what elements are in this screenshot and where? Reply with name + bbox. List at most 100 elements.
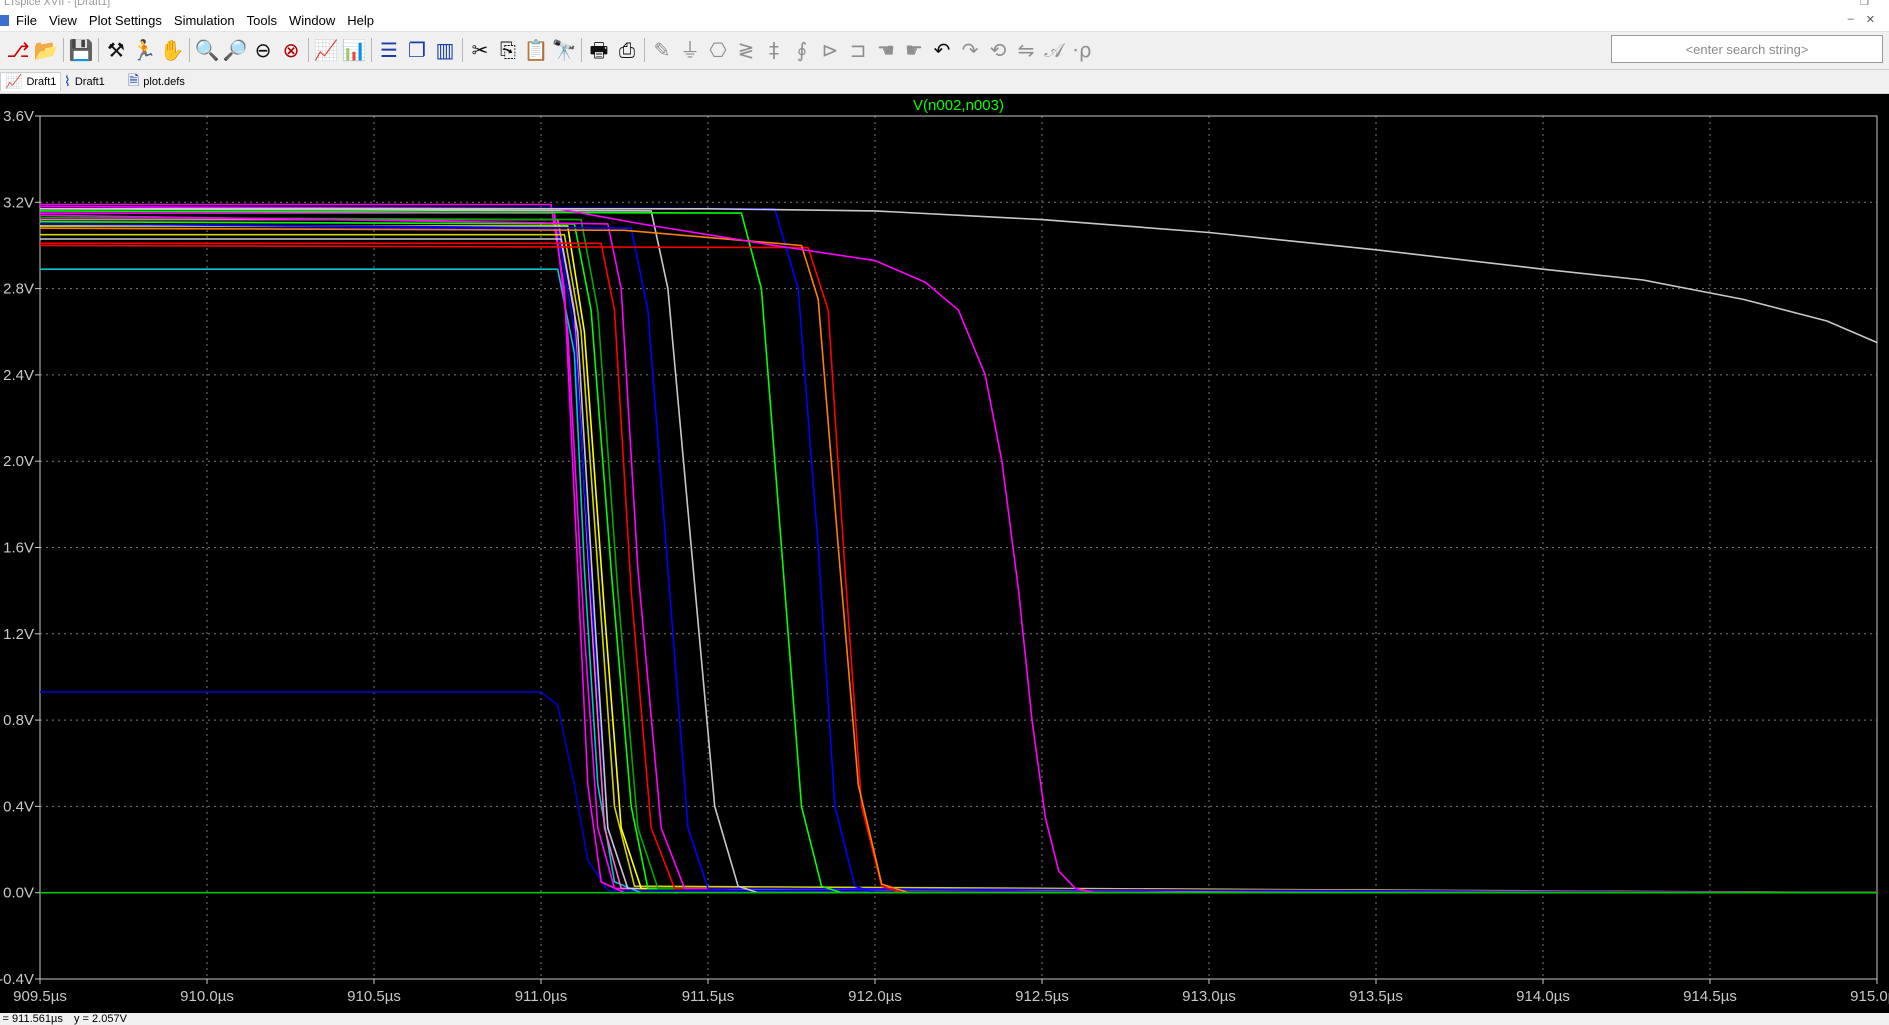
toolbar-separator bbox=[98, 38, 99, 62]
inductor-icon[interactable]: ∮ bbox=[788, 36, 816, 64]
mdi-close-icon[interactable]: ✕ bbox=[1866, 13, 1875, 26]
toolbar-buttons: ⎇ 📂 💾 ⚒ 🏃 ✋ 🔍 🔎 ⊖ ⊗ 📈 📊 ☰ ❐ ▥ ✂ ⎘ 📋 🔭 🖶 … bbox=[4, 36, 1096, 64]
waveform-tab-icon: 📈 bbox=[5, 74, 23, 90]
document-tabs: 📈 Draft1 ⌇ Draft1 🗎 plot.defs bbox=[0, 70, 1889, 94]
tab-label: Draft1 bbox=[74, 75, 105, 88]
cascade-icon[interactable]: ❐ bbox=[403, 36, 431, 64]
y-tick-label: 1.6V bbox=[3, 540, 34, 557]
x-tick-label: 913.0µs bbox=[1182, 988, 1236, 1005]
toolbar-separator bbox=[462, 38, 463, 62]
zoom-in-icon[interactable]: 🔍 bbox=[193, 36, 221, 64]
y-tick-label: 2.8V bbox=[3, 281, 34, 298]
paste-icon[interactable]: 📋 bbox=[522, 36, 550, 64]
trace-name[interactable]: V(n002,n003) bbox=[913, 97, 1004, 114]
zoom-out-icon[interactable]: 🔎 bbox=[221, 36, 249, 64]
ground-icon[interactable]: ⏚ bbox=[676, 36, 704, 64]
new-schematic-icon[interactable]: ⎇ bbox=[4, 36, 32, 64]
x-tick-label: 909.5µs bbox=[13, 988, 67, 1005]
document-tab-icon: 🗎 bbox=[128, 72, 140, 89]
menu-simulation[interactable]: Simulation bbox=[174, 13, 235, 28]
x-tick-label: 912.0µs bbox=[848, 988, 902, 1005]
y-tick-label: 0.4V bbox=[3, 798, 34, 815]
menu-plot-settings[interactable]: Plot Settings bbox=[89, 13, 162, 28]
tab-label: plot.defs bbox=[143, 75, 185, 88]
move-icon[interactable]: ☚ bbox=[872, 36, 900, 64]
run-icon[interactable]: 🏃 bbox=[130, 36, 158, 64]
schematic-tab-icon: ⌇ bbox=[64, 73, 71, 90]
x-tick-label: 914.0µs bbox=[1516, 988, 1570, 1005]
toolbar: ⎇ 📂 💾 ⚒ 🏃 ✋ 🔍 🔎 ⊖ ⊗ 📈 📊 ☰ ❐ ▥ ✂ ⎘ 📋 🔭 🖶 … bbox=[0, 32, 1889, 70]
cursor-y-readout: y = 2.057V bbox=[74, 1013, 127, 1025]
text-icon[interactable]: 𝒜 bbox=[1040, 36, 1068, 64]
redo-icon[interactable]: ↷ bbox=[956, 36, 984, 64]
toolbar-separator bbox=[581, 38, 582, 62]
toolbar-separator bbox=[63, 38, 64, 62]
y-tick-label: 1.2V bbox=[3, 626, 34, 643]
mdi-controls: ‒ ✕ bbox=[1848, 13, 1875, 26]
control-panel-icon[interactable]: ⚒ bbox=[102, 36, 130, 64]
plot-background bbox=[0, 94, 1889, 1013]
x-tick-label: 913.5µs bbox=[1349, 988, 1403, 1005]
capacitor-icon[interactable]: ‡ bbox=[760, 36, 788, 64]
y-tick-label: 3.6V bbox=[3, 108, 34, 125]
y-tick-label: 3.2V bbox=[3, 194, 34, 211]
toolbar-separator bbox=[371, 38, 372, 62]
x-tick-label: 914.5µs bbox=[1683, 988, 1737, 1005]
x-tick-label: 911.0µs bbox=[515, 988, 568, 1005]
save-icon[interactable]: 💾 bbox=[67, 36, 95, 64]
status-bar: x = 911.561µs y = 2.057V bbox=[0, 1013, 1889, 1025]
menu-tools[interactable]: Tools bbox=[247, 13, 277, 28]
component-icon[interactable]: ⊐ bbox=[844, 36, 872, 64]
print-preview-icon[interactable]: 🖶 bbox=[585, 36, 613, 64]
y-tick-label: 0.8V bbox=[3, 712, 34, 729]
tile-vertical-icon[interactable]: ▥ bbox=[431, 36, 459, 64]
x-tick-label: 912.5µs bbox=[1015, 988, 1069, 1005]
tab-label: Draft1 bbox=[26, 76, 57, 88]
menu-window[interactable]: Window bbox=[289, 13, 335, 28]
app-icon bbox=[0, 15, 9, 26]
rotate-icon[interactable]: ⟲ bbox=[984, 36, 1012, 64]
search-input[interactable] bbox=[1611, 35, 1883, 63]
print-icon[interactable]: ⎙ bbox=[613, 36, 641, 64]
toolbar-separator bbox=[189, 38, 190, 62]
resistor-icon[interactable]: ≷ bbox=[732, 36, 760, 64]
x-tick-label: 915.0µs bbox=[1850, 988, 1889, 1005]
diode-icon[interactable]: ⊳ bbox=[816, 36, 844, 64]
halt-icon[interactable]: ✋ bbox=[158, 36, 186, 64]
open-icon[interactable]: 📂 bbox=[32, 36, 60, 64]
tile-horizontal-icon[interactable]: ☰ bbox=[375, 36, 403, 64]
tab-draft1-waveform[interactable]: 📈 Draft1 bbox=[0, 72, 62, 91]
y-tick-label: 2.4V bbox=[3, 367, 34, 384]
label-net-icon[interactable]: ⎔ bbox=[704, 36, 732, 64]
edit-plot-icon[interactable]: 📊 bbox=[340, 36, 368, 64]
undo-icon[interactable]: ↶ bbox=[928, 36, 956, 64]
wire-icon[interactable]: ✎ bbox=[648, 36, 676, 64]
mdi-minimize-icon[interactable]: ‒ bbox=[1848, 13, 1854, 26]
cut-icon[interactable]: ✂ bbox=[466, 36, 494, 64]
waveform-plot[interactable]: V(n002,n003) 909.5µs 910.0µs 910.5µs 911.0µ… bbox=[0, 94, 1889, 1013]
zoom-back-icon[interactable]: ⊖ bbox=[249, 36, 277, 64]
menu-file[interactable]: File bbox=[16, 13, 37, 28]
autorange-icon[interactable]: 📈 bbox=[312, 36, 340, 64]
spice-directive-icon[interactable]: ⋅ρ bbox=[1068, 36, 1096, 64]
tab-plot-defs[interactable]: 🗎 plot.defs bbox=[124, 72, 189, 91]
zoom-fit-icon[interactable]: ⊗ bbox=[277, 36, 305, 64]
y-tick-label: -0.4V bbox=[0, 971, 34, 988]
x-tick-label: 911.5µs bbox=[682, 988, 735, 1005]
menu-view[interactable]: View bbox=[49, 13, 77, 28]
copy-icon[interactable]: ⎘ bbox=[494, 36, 522, 64]
drag-icon[interactable]: ☛ bbox=[900, 36, 928, 64]
mirror-icon[interactable]: ⇋ bbox=[1012, 36, 1040, 64]
y-tick-label: 2.0V bbox=[3, 453, 34, 470]
menu-help[interactable]: Help bbox=[347, 13, 374, 28]
cursor-x-readout: x = 911.561µs bbox=[0, 1013, 63, 1025]
window-titlebar: LTspice XVII - [Draft1] ❐ bbox=[0, 0, 1889, 10]
window-title: LTspice XVII - [Draft1] bbox=[4, 0, 111, 8]
menu-bar: File View Plot Settings Simulation Tools… bbox=[0, 10, 1889, 32]
restore-window-icon[interactable]: ❐ bbox=[1860, 0, 1869, 8]
tab-draft1-schematic[interactable]: ⌇ Draft1 bbox=[60, 72, 109, 91]
find-icon[interactable]: 🔭 bbox=[550, 36, 578, 64]
menu-items: File View Plot Settings Simulation Tools… bbox=[16, 13, 374, 28]
toolbar-separator bbox=[308, 38, 309, 62]
y-tick-label: 0.0V bbox=[3, 885, 34, 902]
